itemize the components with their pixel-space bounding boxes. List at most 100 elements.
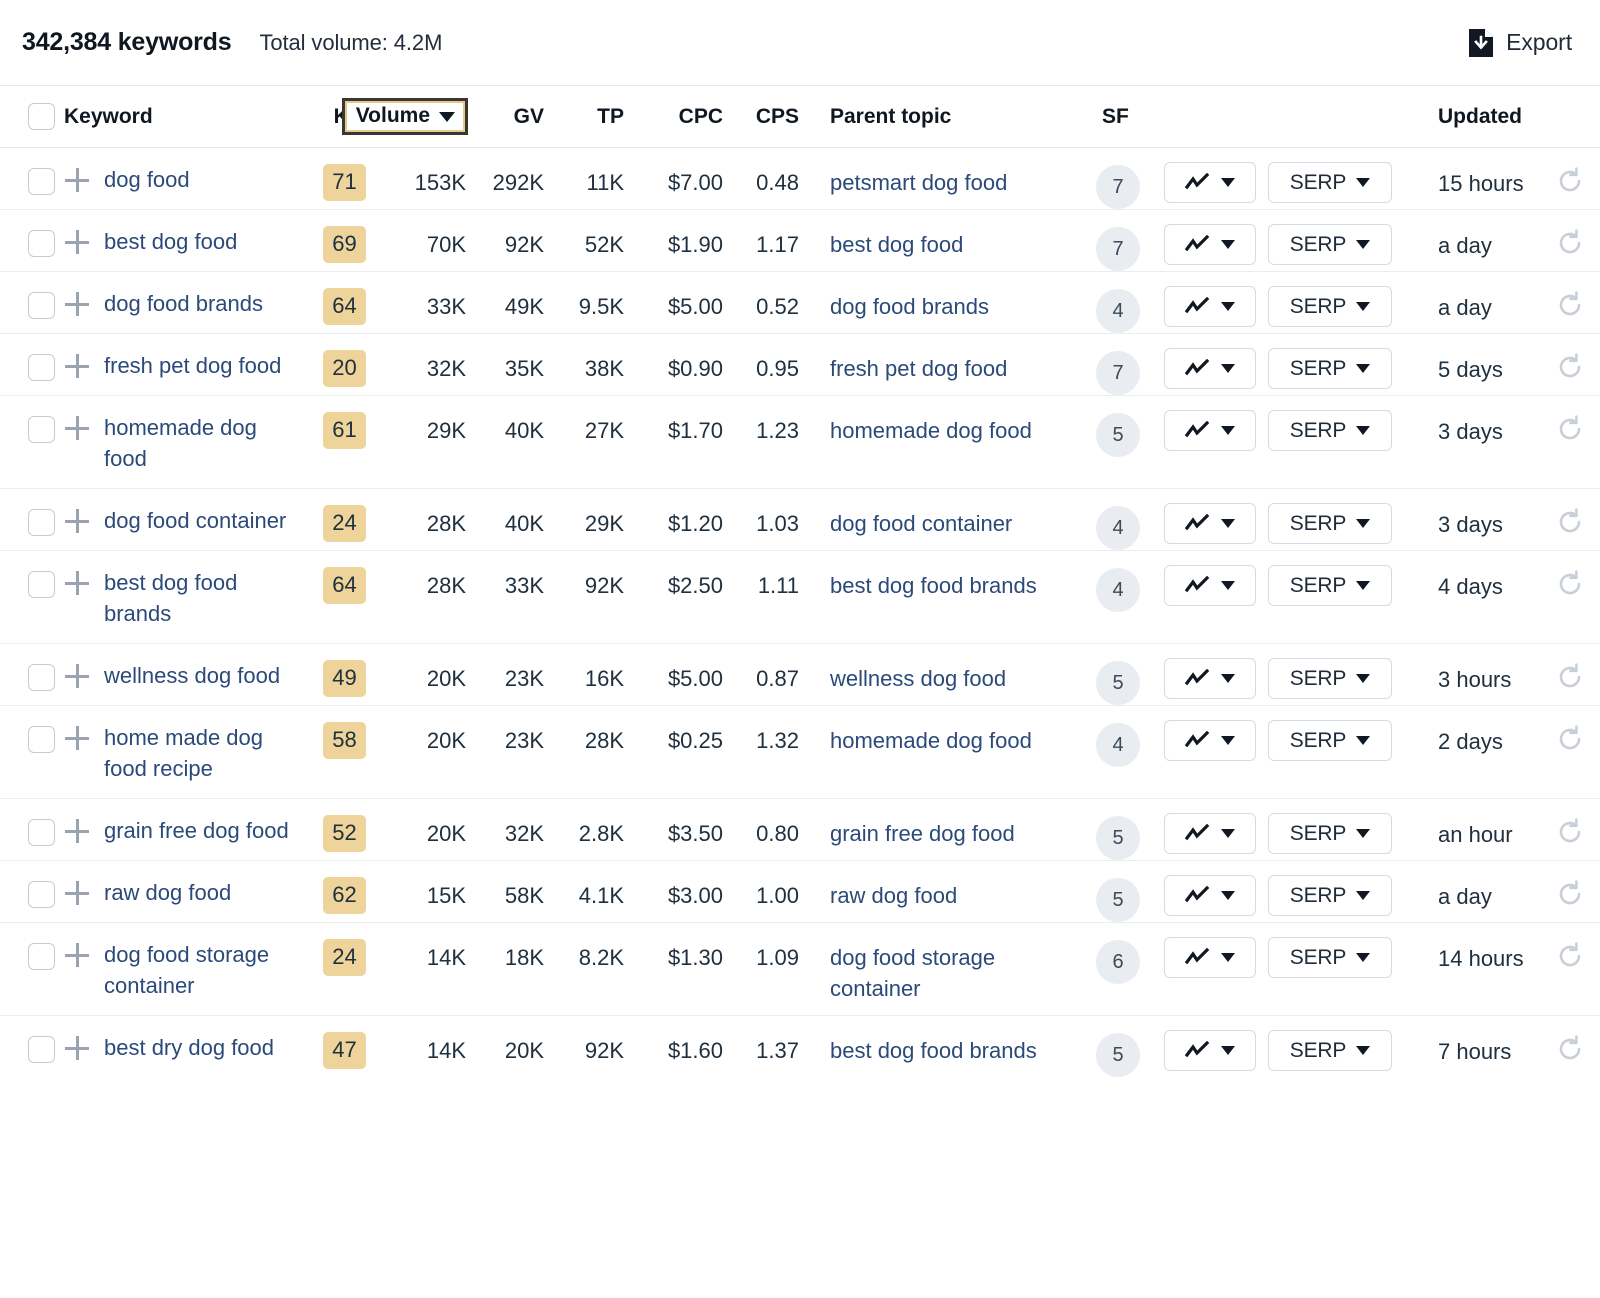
- refresh-icon[interactable]: [1556, 415, 1584, 449]
- refresh-icon[interactable]: [1556, 663, 1584, 697]
- sf-badge[interactable]: 7: [1096, 165, 1140, 209]
- keyword-link[interactable]: raw dog food: [104, 877, 231, 908]
- row-checkbox[interactable]: [28, 571, 55, 598]
- row-checkbox[interactable]: [28, 416, 55, 443]
- column-header-tp[interactable]: TP: [556, 85, 640, 148]
- serp-button[interactable]: SERP: [1268, 813, 1392, 854]
- row-checkbox[interactable]: [28, 292, 55, 319]
- add-keyword-icon[interactable]: [62, 506, 92, 536]
- refresh-icon[interactable]: [1556, 725, 1584, 759]
- export-button[interactable]: Export: [1468, 28, 1572, 58]
- serp-button[interactable]: SERP: [1268, 162, 1392, 203]
- row-checkbox[interactable]: [28, 354, 55, 381]
- keyword-link[interactable]: dog food: [104, 164, 190, 195]
- serp-button[interactable]: SERP: [1268, 503, 1392, 544]
- column-header-gv[interactable]: GV: [472, 85, 556, 148]
- row-checkbox[interactable]: [28, 726, 55, 753]
- column-header-cpc[interactable]: CPC: [640, 85, 736, 148]
- parent-topic-link[interactable]: raw dog food: [830, 880, 1045, 911]
- keyword-link[interactable]: best dog food: [104, 226, 237, 257]
- column-header-cps[interactable]: CPS: [736, 85, 812, 148]
- keyword-link[interactable]: best dry dog food: [104, 1032, 274, 1063]
- serp-button[interactable]: SERP: [1268, 286, 1392, 327]
- sf-badge[interactable]: 4: [1096, 289, 1140, 333]
- serp-button[interactable]: SERP: [1268, 224, 1392, 265]
- sparkline-button[interactable]: [1164, 658, 1256, 699]
- refresh-icon[interactable]: [1556, 942, 1584, 976]
- sf-badge[interactable]: 4: [1096, 568, 1140, 612]
- refresh-icon[interactable]: [1556, 291, 1584, 325]
- parent-topic-link[interactable]: grain free dog food: [830, 818, 1045, 849]
- row-checkbox[interactable]: [28, 664, 55, 691]
- parent-topic-link[interactable]: dog food brands: [830, 291, 1045, 322]
- sparkline-button[interactable]: [1164, 875, 1256, 916]
- parent-topic-link[interactable]: dog food storage container: [830, 942, 1045, 1004]
- sparkline-button[interactable]: [1164, 720, 1256, 761]
- row-checkbox[interactable]: [28, 509, 55, 536]
- column-header-updated[interactable]: Updated: [1428, 85, 1600, 148]
- parent-topic-link[interactable]: homemade dog food: [830, 415, 1045, 446]
- add-keyword-icon[interactable]: [62, 723, 92, 753]
- refresh-icon[interactable]: [1556, 353, 1584, 387]
- parent-topic-link[interactable]: petsmart dog food: [830, 167, 1045, 198]
- sparkline-button[interactable]: [1164, 286, 1256, 327]
- serp-button[interactable]: SERP: [1268, 348, 1392, 389]
- column-header-volume[interactable]: Volume: [341, 85, 472, 148]
- refresh-icon[interactable]: [1556, 570, 1584, 604]
- refresh-icon[interactable]: [1556, 508, 1584, 542]
- select-all-checkbox[interactable]: [28, 103, 55, 130]
- parent-topic-link[interactable]: best dog food brands: [830, 570, 1045, 601]
- add-keyword-icon[interactable]: [62, 1033, 92, 1063]
- add-keyword-icon[interactable]: [62, 816, 92, 846]
- sf-badge[interactable]: 5: [1096, 661, 1140, 705]
- sparkline-button[interactable]: [1164, 503, 1256, 544]
- parent-topic-link[interactable]: wellness dog food: [830, 663, 1045, 694]
- add-keyword-icon[interactable]: [62, 227, 92, 257]
- add-keyword-icon[interactable]: [62, 661, 92, 691]
- keyword-link[interactable]: dog food container: [104, 505, 286, 536]
- column-header-keyword[interactable]: Keyword: [62, 85, 312, 148]
- keyword-link[interactable]: homemade dog food: [104, 412, 300, 474]
- refresh-icon[interactable]: [1556, 167, 1584, 201]
- add-keyword-icon[interactable]: [62, 878, 92, 908]
- refresh-icon[interactable]: [1556, 818, 1584, 852]
- sf-badge[interactable]: 5: [1096, 878, 1140, 922]
- keyword-link[interactable]: dog food brands: [104, 288, 263, 319]
- parent-topic-link[interactable]: best dog food brands: [830, 1035, 1045, 1066]
- add-keyword-icon[interactable]: [62, 568, 92, 598]
- refresh-icon[interactable]: [1556, 1035, 1584, 1069]
- column-header-sf[interactable]: SF: [1084, 85, 1158, 148]
- keyword-link[interactable]: dog food storage container: [104, 939, 300, 1001]
- keyword-link[interactable]: wellness dog food: [104, 660, 280, 691]
- row-checkbox[interactable]: [28, 168, 55, 195]
- refresh-icon[interactable]: [1556, 880, 1584, 914]
- keyword-link[interactable]: home made dog food recipe: [104, 722, 300, 784]
- sparkline-button[interactable]: [1164, 348, 1256, 389]
- row-checkbox[interactable]: [28, 819, 55, 846]
- parent-topic-link[interactable]: best dog food: [830, 229, 1045, 260]
- sf-badge[interactable]: 4: [1096, 506, 1140, 550]
- sf-badge[interactable]: 5: [1096, 816, 1140, 860]
- serp-button[interactable]: SERP: [1268, 410, 1392, 451]
- row-checkbox[interactable]: [28, 1036, 55, 1063]
- row-checkbox[interactable]: [28, 943, 55, 970]
- serp-button[interactable]: SERP: [1268, 875, 1392, 916]
- keyword-link[interactable]: fresh pet dog food: [104, 350, 281, 381]
- serp-button[interactable]: SERP: [1268, 658, 1392, 699]
- keyword-link[interactable]: grain free dog food: [104, 815, 289, 846]
- parent-topic-link[interactable]: fresh pet dog food: [830, 353, 1045, 384]
- sparkline-button[interactable]: [1164, 937, 1256, 978]
- sparkline-button[interactable]: [1164, 410, 1256, 451]
- sf-badge[interactable]: 5: [1096, 413, 1140, 457]
- row-checkbox[interactable]: [28, 881, 55, 908]
- add-keyword-icon[interactable]: [62, 940, 92, 970]
- add-keyword-icon[interactable]: [62, 413, 92, 443]
- add-keyword-icon[interactable]: [62, 351, 92, 381]
- parent-topic-link[interactable]: dog food container: [830, 508, 1045, 539]
- column-header-parent-topic[interactable]: Parent topic: [812, 85, 1084, 148]
- sparkline-button[interactable]: [1164, 162, 1256, 203]
- serp-button[interactable]: SERP: [1268, 720, 1392, 761]
- serp-button[interactable]: SERP: [1268, 1030, 1392, 1071]
- sparkline-button[interactable]: [1164, 1030, 1256, 1071]
- add-keyword-icon[interactable]: [62, 165, 92, 195]
